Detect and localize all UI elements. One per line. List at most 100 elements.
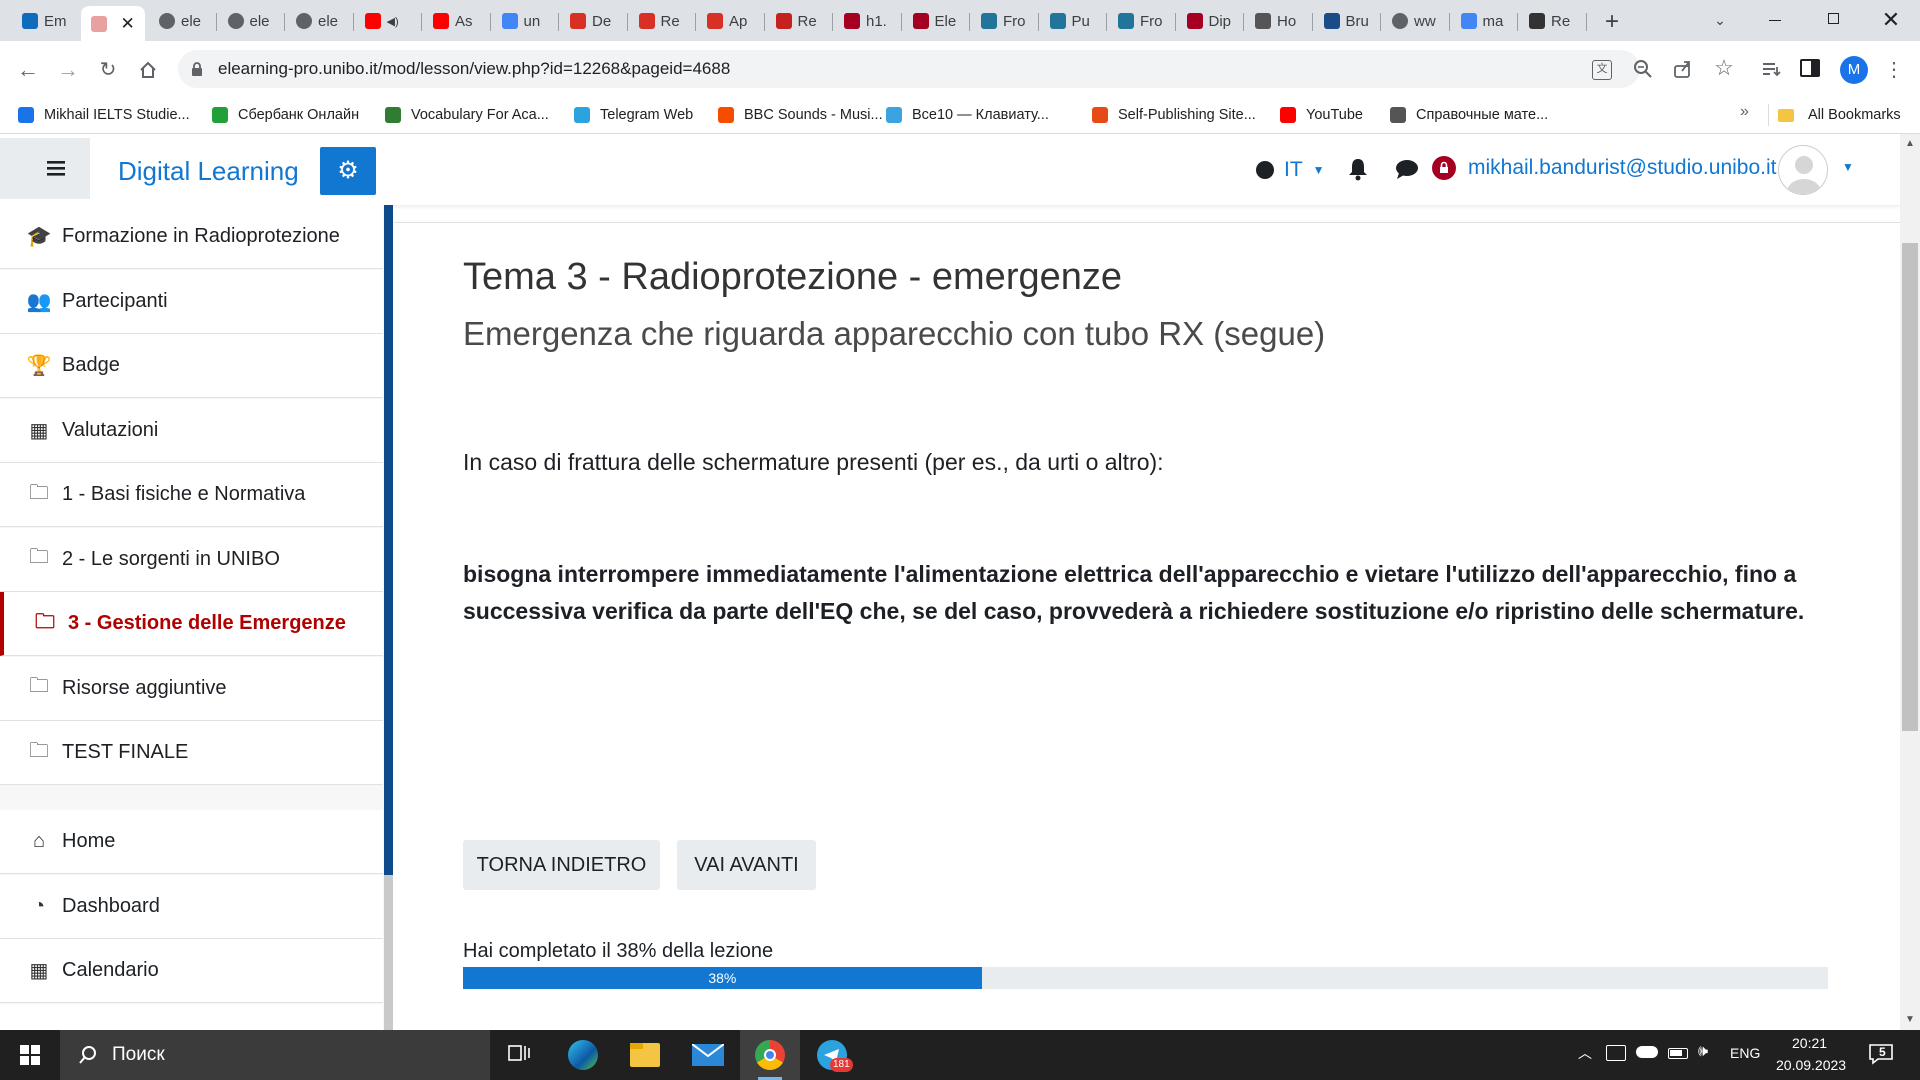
nav-item[interactable]: 🗀 Risorse aggiuntive [0,656,383,721]
bookmark-item[interactable]: Vocabulary For Aca... [385,101,549,129]
site-info-icon[interactable] [188,60,206,78]
profile-avatar[interactable]: M [1840,56,1868,84]
browser-tab[interactable]: ma [1451,6,1516,36]
language-selector[interactable]: IT ▼ [1256,156,1325,184]
user-email[interactable]: mikhail.bandurist@studio.unibo.it [1468,156,1776,180]
nav-item[interactable]: 🗀 TEST FINALE [0,721,383,785]
home-browser-icon[interactable] [134,56,162,84]
browser-tab[interactable]: ✕ [80,6,145,41]
zoom-icon[interactable] [1632,58,1654,80]
bookmark-item[interactable]: Telegram Web [574,101,693,129]
forward-icon[interactable]: → [54,56,82,84]
nav-item[interactable]: 🗀 3 - Gestione delle Emergenze [0,592,383,656]
close-tab-icon[interactable]: ✕ [121,14,135,34]
browser-menu-icon[interactable]: ⋮ [1884,56,1904,84]
browser-tab[interactable]: Bru [1314,6,1379,36]
bookmark-item[interactable]: YouTube [1280,101,1363,129]
browser-tab[interactable]: Fro [1108,6,1173,36]
next-button[interactable]: VAI AVANTI [677,840,816,890]
tray-overflow-icon[interactable]: ︿ [1578,1043,1592,1063]
side-panel-icon[interactable] [1800,59,1820,77]
bookmark-item[interactable]: Self-Publishing Site... [1092,101,1256,129]
reading-list-icon[interactable] [1760,58,1782,80]
file-explorer-icon[interactable] [630,1043,660,1067]
browser-tab[interactable]: un [492,6,557,36]
messages-icon[interactable] [1394,158,1420,180]
tab-search-icon[interactable]: ⌄ [1708,8,1732,32]
network-icon[interactable] [1606,1045,1626,1061]
nav-item[interactable]: ⌂ Home [0,810,383,874]
nav-item[interactable]: 🏆 Badge [0,334,383,398]
scroll-up-arrow[interactable]: ▲ [1900,134,1920,154]
browser-tab[interactable]: As [423,6,488,36]
reload-icon[interactable]: ↻ [94,56,122,84]
bookmark-star-icon[interactable]: ☆ [1712,55,1736,80]
nav-item[interactable]: 🗀 2 - Le sorgenti in UNIBO [0,527,383,592]
chrome-taskbar-button[interactable] [740,1030,800,1080]
browser-tab[interactable]: Re [629,6,694,36]
translate-icon[interactable]: 文 [1592,60,1612,80]
nav-item[interactable]: 🎓 Formazione in Radioprotezione [0,205,383,269]
nav-item[interactable]: ▦ Valutazioni [0,398,383,463]
unibo-icon [844,13,860,29]
browser-tab[interactable]: ele [149,6,214,36]
page-scroll-thumb[interactable] [1902,243,1918,731]
restore-button[interactable] [1818,8,1848,32]
user-avatar[interactable] [1778,145,1828,195]
nav-item[interactable]: ◔ Dashboard [0,874,383,939]
back-button[interactable]: TORNA INDIETRO [463,840,660,890]
volume-icon[interactable]: 🕪 [1698,1043,1708,1061]
browser-tab[interactable]: Ho [1245,6,1310,36]
drawer-toggle-button[interactable] [0,138,90,199]
nav-item[interactable]: ▦ Calendario [0,939,383,1003]
bookmark-item[interactable]: Сбербанк Онлайн [212,101,359,129]
language-label: IT [1284,158,1303,181]
input-language[interactable]: ENG [1730,1045,1760,1061]
audio-playing-icon[interactable]: ◀) [387,15,399,28]
nav-item[interactable]: 👥 Partecipanti [0,269,383,334]
bookmark-item[interactable]: Справочные мате... [1390,101,1548,129]
bookmark-item[interactable]: Mikhail IELTS Studie... [18,101,190,129]
browser-tab[interactable]: ◀) [355,6,420,36]
browser-tab[interactable]: Pu [1040,6,1105,36]
scroll-down-arrow[interactable]: ▼ [1900,1010,1920,1030]
browser-tab[interactable]: Ap [697,6,762,36]
battery-icon[interactable] [1668,1048,1688,1059]
back-icon[interactable]: ← [14,56,42,84]
url-text[interactable]: elearning-pro.unibo.it/mod/lesson/view.p… [218,59,730,79]
browser-tab[interactable]: h1. [834,6,899,36]
drawer-scroll-thumb[interactable] [384,875,393,1030]
task-view-icon[interactable] [506,1040,532,1066]
notifications-bell-icon[interactable] [1346,156,1370,182]
browser-tab[interactable]: Fro [971,6,1036,36]
edge-icon[interactable] [568,1040,598,1070]
mail-icon[interactable] [691,1043,725,1066]
bookmarks-overflow-icon[interactable]: » [1740,103,1749,121]
minimize-button[interactable] [1760,8,1790,32]
taskbar-search[interactable]: Поиск [60,1030,490,1080]
start-button[interactable] [8,1035,52,1075]
browser-tab[interactable]: ww [1382,6,1447,36]
share-icon[interactable] [1672,58,1694,80]
brand-title[interactable]: Digital Learning [118,156,299,187]
clock-time[interactable]: 20:21 [1792,1035,1827,1051]
browser-tab[interactable]: Ele [903,6,968,36]
folder-icon: 🗀 [29,739,49,762]
browser-tab[interactable]: Em [12,6,77,36]
settings-cogs-button[interactable]: ⚙ [320,147,376,195]
browser-tab[interactable]: Re [766,6,831,36]
bookmark-item[interactable]: Все10 — Клавиату... [886,101,1049,129]
onedrive-icon[interactable] [1636,1046,1658,1058]
browser-tab[interactable]: ele [218,6,283,36]
nav-item[interactable]: 🗀 1 - Basi fisiche e Normativa [0,463,383,527]
all-bookmarks[interactable]: All Bookmarks [1778,101,1901,129]
bookmark-item[interactable]: BBC Sounds - Musi... [718,101,883,129]
browser-tab[interactable]: De [560,6,625,36]
browser-tab[interactable]: ele [286,6,351,36]
user-menu-caret-icon[interactable]: ▼ [1842,160,1854,174]
browser-tab[interactable]: Dip [1177,6,1242,36]
clock-date[interactable]: 20.09.2023 [1776,1057,1846,1073]
browser-tab[interactable]: Re [1519,6,1584,36]
close-window-button[interactable]: ✕ [1876,6,1906,34]
new-tab-button[interactable]: + [1598,8,1626,36]
